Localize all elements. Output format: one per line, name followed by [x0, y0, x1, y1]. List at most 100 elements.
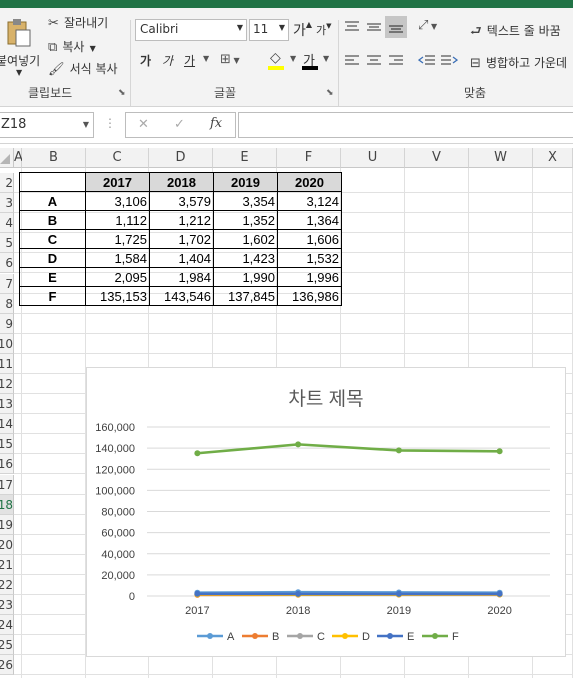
column-header[interactable]: X: [533, 148, 573, 168]
row-header[interactable]: 14: [0, 414, 14, 435]
row-header[interactable]: 25: [0, 635, 14, 656]
row-header[interactable]: 21: [0, 554, 14, 575]
table-cell[interactable]: 1,112: [85, 210, 150, 230]
copy-button[interactable]: ⧉ 복사 ▼: [48, 36, 96, 55]
table-header-cell[interactable]: 2020: [277, 172, 342, 192]
fill-color-button[interactable]: ◇: [266, 50, 288, 72]
data-point-e[interactable]: [395, 590, 402, 597]
table-cell[interactable]: 1,212: [149, 210, 214, 230]
row-header[interactable]: 5: [0, 233, 14, 254]
table-cell[interactable]: 137,845: [213, 286, 278, 306]
insert-function-icon[interactable]: fx: [210, 116, 222, 131]
column-header[interactable]: V: [405, 148, 469, 168]
column-header[interactable]: C: [86, 148, 149, 168]
align-left-icon[interactable]: [344, 54, 360, 68]
align-middle-icon[interactable]: [366, 20, 382, 34]
align-right-icon[interactable]: [388, 54, 404, 68]
table-corner-cell[interactable]: [19, 172, 86, 192]
row-header[interactable]: 4: [0, 213, 14, 234]
table-cell[interactable]: 1,532: [277, 248, 342, 268]
table-cell[interactable]: 143,546: [149, 286, 214, 306]
column-header[interactable]: D: [149, 148, 213, 168]
row-label-cell[interactable]: B: [19, 210, 86, 230]
row-header[interactable]: 15: [0, 434, 14, 455]
table-cell[interactable]: 136,986: [277, 286, 342, 306]
table-cell[interactable]: 1,702: [149, 229, 214, 249]
table-cell[interactable]: 3,579: [149, 191, 214, 211]
row-header[interactable]: 2: [0, 173, 14, 193]
table-cell[interactable]: 2,095: [85, 267, 150, 287]
table-cell[interactable]: 1,423: [213, 248, 278, 268]
table-cell[interactable]: 1,996: [277, 267, 342, 287]
chevron-down-icon[interactable]: ▼: [203, 54, 209, 63]
column-header[interactable]: A: [14, 148, 23, 168]
italic-button[interactable]: 가: [162, 52, 173, 69]
wrap-text-button[interactable]: ⮐ 텍스트 줄 바꿈: [470, 20, 561, 44]
row-label-cell[interactable]: F: [19, 286, 86, 306]
table-cell[interactable]: 1,990: [213, 267, 278, 287]
bold-button[interactable]: 가: [140, 52, 151, 69]
row-label-cell[interactable]: E: [19, 267, 86, 287]
row-label-cell[interactable]: C: [19, 229, 86, 249]
cut-button[interactable]: ✂ 잘라내기: [48, 12, 108, 31]
row-header[interactable]: 16: [0, 454, 14, 475]
grow-font-button[interactable]: 가▲: [293, 20, 312, 40]
row-header[interactable]: 26: [0, 655, 14, 676]
table-cell[interactable]: 1,352: [213, 210, 278, 230]
paste-button[interactable]: 붙여넣기 ▼: [0, 14, 40, 77]
row-header[interactable]: 9: [0, 313, 14, 334]
enter-icon[interactable]: ✓: [174, 117, 185, 132]
table-header-cell[interactable]: 2017: [85, 172, 150, 192]
data-point-e[interactable]: [194, 590, 201, 597]
dialog-launcher-icon[interactable]: ⬊: [326, 88, 334, 98]
data-point-e[interactable]: [496, 590, 503, 597]
column-header[interactable]: U: [341, 148, 405, 168]
series-line-f[interactable]: [197, 443, 500, 455]
format-painter-button[interactable]: 🖌 서식 복사: [48, 58, 118, 77]
orientation-button[interactable]: ⤢ ▼: [418, 18, 437, 33]
row-header[interactable]: 20: [0, 534, 14, 555]
row-header[interactable]: 7: [0, 273, 14, 294]
column-header[interactable]: E: [213, 148, 277, 168]
row-header[interactable]: 8: [0, 293, 14, 314]
table-cell[interactable]: 1,606: [277, 229, 342, 249]
data-point-f[interactable]: [295, 441, 302, 448]
row-header[interactable]: 17: [0, 474, 14, 495]
column-header[interactable]: B: [22, 148, 86, 168]
chevron-down-icon[interactable]: ▼: [290, 54, 296, 63]
table-cell[interactable]: 3,106: [85, 191, 150, 211]
chevron-down-icon[interactable]: ▼: [323, 54, 329, 63]
data-point-e[interactable]: [295, 590, 302, 597]
row-header[interactable]: 22: [0, 575, 14, 595]
table-header-cell[interactable]: 2019: [213, 172, 278, 192]
table-cell[interactable]: 3,354: [213, 191, 278, 211]
row-header[interactable]: 10: [0, 333, 14, 354]
table-cell[interactable]: 1,984: [149, 267, 214, 287]
font-size-select[interactable]: 11 ▼: [249, 19, 289, 41]
align-bottom-button[interactable]: [385, 16, 407, 38]
select-all-corner[interactable]: [0, 148, 14, 168]
borders-button[interactable]: ⊞ ▼: [220, 52, 240, 67]
formula-input[interactable]: [238, 112, 573, 138]
increase-indent-icon[interactable]: [440, 54, 458, 68]
table-cell[interactable]: 1,364: [277, 210, 342, 230]
font-name-select[interactable]: Calibri ▼: [135, 19, 247, 41]
table-cell[interactable]: 3,124: [277, 191, 342, 211]
align-top-icon[interactable]: [344, 20, 360, 34]
row-header[interactable]: 23: [0, 595, 14, 616]
row-label-cell[interactable]: D: [19, 248, 86, 268]
row-label-cell[interactable]: A: [19, 191, 86, 211]
column-header[interactable]: W: [469, 148, 533, 168]
row-header[interactable]: 13: [0, 394, 14, 415]
dialog-launcher-icon[interactable]: ⬊: [118, 88, 126, 98]
font-color-button[interactable]: 가: [300, 50, 322, 72]
decrease-indent-icon[interactable]: [418, 54, 436, 68]
row-header[interactable]: 6: [0, 253, 14, 274]
chart[interactable]: 차트 제목 0 20,000 40,000 60,000 80,000 100,000 12…: [86, 367, 566, 657]
align-center-icon[interactable]: [366, 54, 382, 68]
column-header[interactable]: F: [277, 148, 341, 168]
table-cell[interactable]: 1,404: [149, 248, 214, 268]
table-cell[interactable]: 1,602: [213, 229, 278, 249]
row-header[interactable]: 3: [0, 193, 14, 214]
table-header-cell[interactable]: 2018: [149, 172, 214, 192]
